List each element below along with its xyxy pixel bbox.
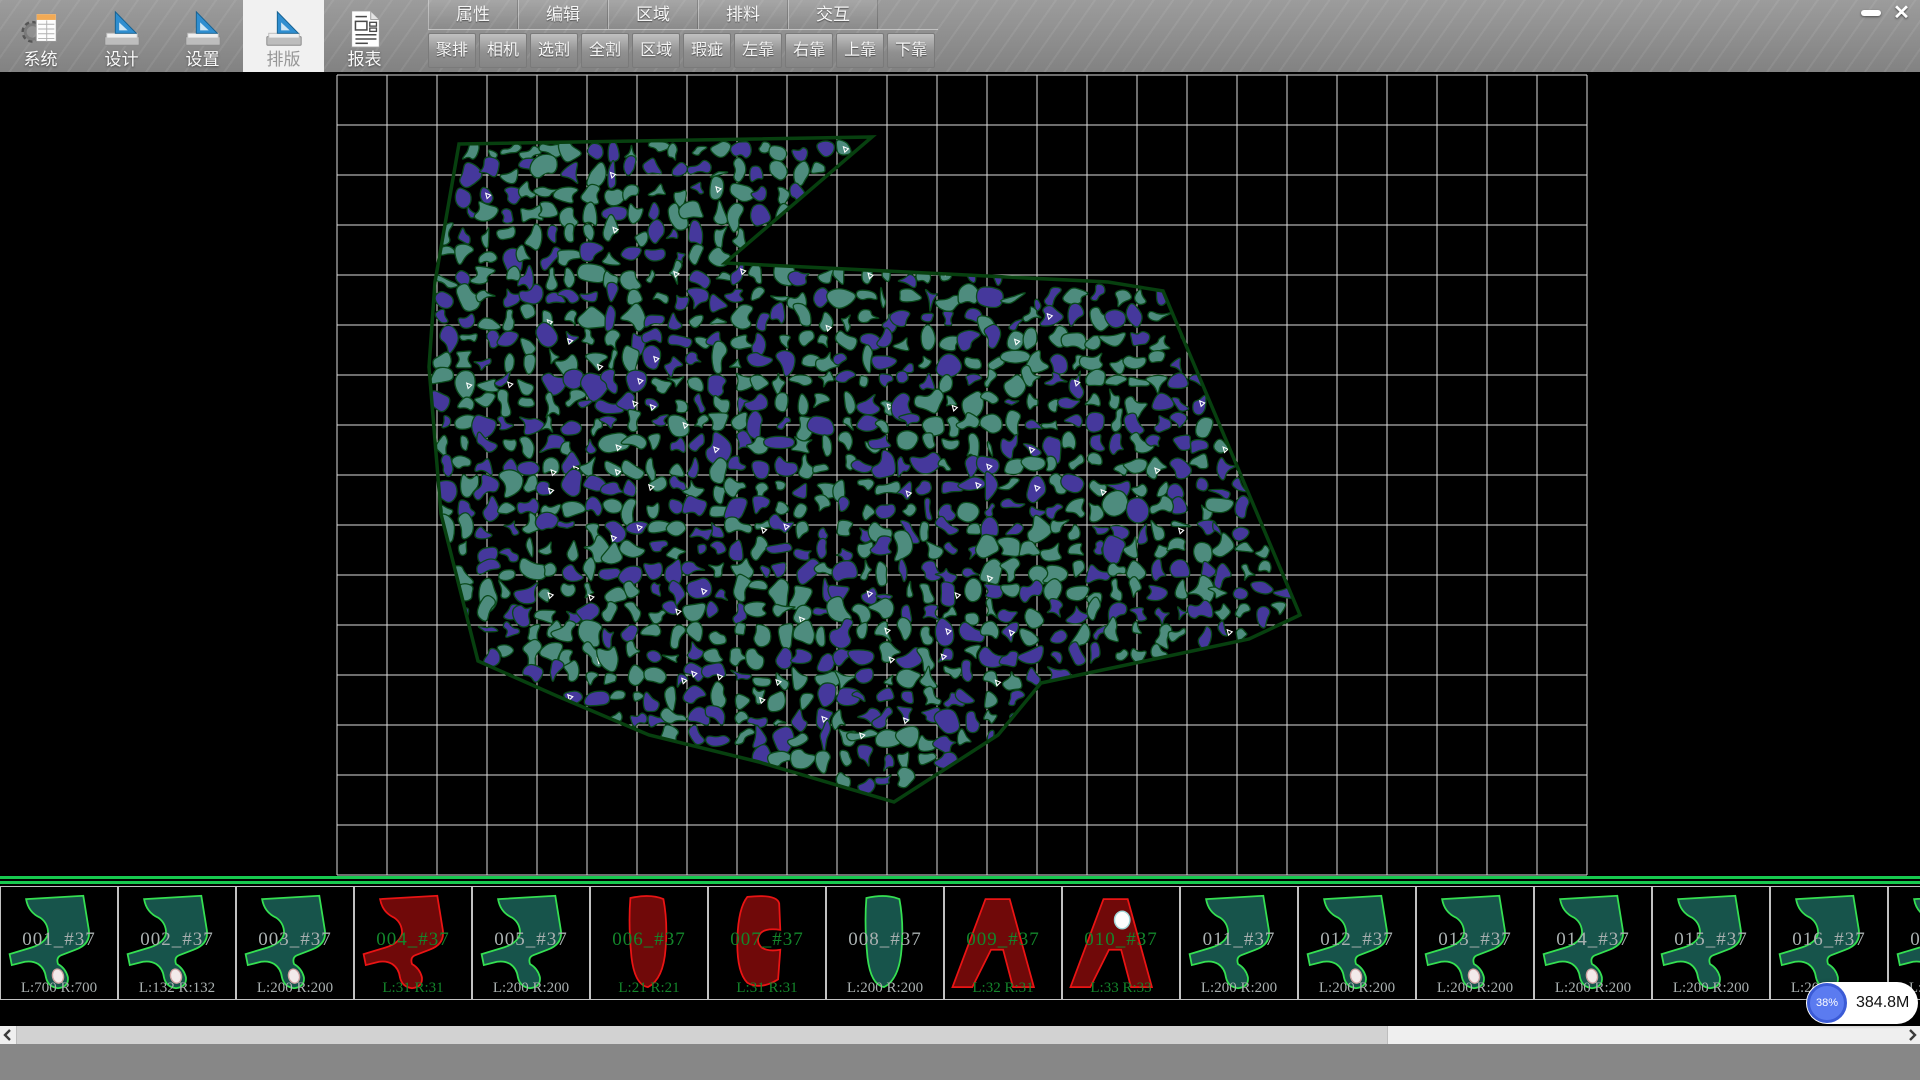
part-thumbnail-15[interactable]: 015_#37L:200 R:200 [1652, 886, 1770, 1000]
minimize-button[interactable] [1855, 2, 1886, 23]
part-thumbnail-1[interactable]: 001_#37L:700 R:700 [0, 886, 118, 1000]
action-toolbar: 聚排相机选割全割区域瑕疵左靠右靠上靠下靠 [428, 33, 938, 68]
part-shape [1183, 889, 1293, 995]
window-bottom-frame [0, 1044, 1920, 1080]
report-icon [344, 8, 386, 50]
memory-status-badge: 38% 384.8M [1806, 982, 1918, 1024]
toolbar-item-label: 报表 [348, 50, 382, 70]
toolbar-item-3[interactable]: 设置 [162, 0, 243, 72]
system-gear-icon [20, 8, 62, 50]
action-button-7[interactable]: 左靠 [734, 33, 782, 68]
part-shape [1655, 889, 1765, 995]
part-thumbnail-12[interactable]: 012_#37L:200 R:200 [1298, 886, 1416, 1000]
toolbar-item-1[interactable]: 系统 [0, 0, 81, 72]
nesting-canvas[interactable] [0, 72, 1920, 876]
part-shape [947, 889, 1057, 995]
window-controls: ✕ [1855, 2, 1917, 23]
top-toolbar: 系统设计设置排版报表 属性编辑区域排料交互 聚排相机选割全割区域瑕疵左靠右靠上靠… [0, 0, 1920, 72]
part-thumbnail-4[interactable]: 004_#37L:31 R:31 [354, 886, 472, 1000]
menu-tab-3[interactable]: 区域 [608, 0, 698, 29]
progress-percent: 38% [1816, 997, 1838, 1009]
part-shape [121, 889, 231, 995]
toolbar-item-label: 设置 [186, 50, 220, 70]
progress-circle: 38% [1807, 983, 1847, 1023]
minimize-icon [1861, 10, 1881, 16]
toolbar-item-2[interactable]: 设计 [81, 0, 162, 72]
part-thumbnail-9[interactable]: 009_#37L:32 R:31 [944, 886, 1062, 1000]
part-thumbnail-10[interactable]: 010_#37L:33 R:33 [1062, 886, 1180, 1000]
menu-tab-5[interactable]: 交互 [788, 0, 878, 29]
action-button-1[interactable]: 聚排 [428, 33, 476, 68]
menu-tab-1[interactable]: 属性 [428, 0, 518, 29]
part-shape [239, 889, 349, 995]
set-square-icon [182, 8, 224, 50]
action-button-5[interactable]: 区域 [632, 33, 680, 68]
part-thumbnail-3[interactable]: 003_#37L:200 R:200 [236, 886, 354, 1000]
part-thumbnail-5[interactable]: 005_#37L:200 R:200 [472, 886, 590, 1000]
part-shape [1537, 889, 1647, 995]
close-icon: ✕ [1893, 3, 1910, 23]
menu-tab-2[interactable]: 编辑 [518, 0, 608, 29]
toolbar-item-label: 排版 [267, 50, 301, 70]
action-button-6[interactable]: 瑕疵 [683, 33, 731, 68]
memory-value: 384.8M [1856, 994, 1909, 1012]
nesting-layout-drawing [0, 72, 1920, 876]
part-shape [3, 889, 113, 995]
part-shape [475, 889, 585, 995]
close-button[interactable]: ✕ [1886, 2, 1917, 23]
scroll-right-button[interactable] [1904, 1026, 1920, 1044]
set-square-icon [263, 8, 305, 50]
part-thumbnail-8[interactable]: 008_#37L:200 R:200 [826, 886, 944, 1000]
main-toolbar: 系统 设计 设置 排版 报表 [0, 0, 405, 72]
toolbar-item-label: 设计 [105, 50, 139, 70]
action-button-10[interactable]: 下靠 [887, 33, 935, 68]
part-shape [829, 889, 939, 995]
scroll-left-icon [3, 1029, 13, 1041]
toolbar-item-label: 系统 [24, 50, 58, 70]
part-thumbnail-11[interactable]: 011_#37L:200 R:200 [1180, 886, 1298, 1000]
panel-separator [0, 876, 1920, 886]
part-shape [1301, 889, 1411, 995]
action-button-8[interactable]: 右靠 [785, 33, 833, 68]
part-thumbnail-14[interactable]: 014_#37L:200 R:200 [1534, 886, 1652, 1000]
part-thumbnail-6[interactable]: 006_#37L:21 R:21 [590, 886, 708, 1000]
action-button-4[interactable]: 全割 [581, 33, 629, 68]
parts-thumbnail-strip: 001_#37L:700 R:700002_#37L:132 R:132003_… [0, 886, 1920, 1002]
action-button-3[interactable]: 选割 [530, 33, 578, 68]
scrollbar-thumb[interactable] [16, 1026, 1388, 1044]
scroll-right-icon [1907, 1029, 1917, 1041]
toolbar-item-5[interactable]: 报表 [324, 0, 405, 72]
scroll-left-button[interactable] [0, 1026, 16, 1044]
part-shape [711, 889, 821, 995]
part-shape [1773, 889, 1883, 995]
part-shape [593, 889, 703, 995]
action-button-9[interactable]: 上靠 [836, 33, 884, 68]
part-thumbnail-13[interactable]: 013_#37L:200 R:200 [1416, 886, 1534, 1000]
horizontal-scrollbar[interactable] [0, 1026, 1920, 1044]
menu-tab-4[interactable]: 排料 [698, 0, 788, 29]
part-shape [1065, 889, 1175, 995]
part-shape [357, 889, 467, 995]
set-square-icon [101, 8, 143, 50]
toolbar-item-4[interactable]: 排版 [243, 0, 324, 72]
part-thumbnail-2[interactable]: 002_#37L:132 R:132 [118, 886, 236, 1000]
menu-tab-bar: 属性编辑区域排料交互 [428, 0, 938, 30]
part-thumbnail-7[interactable]: 007_#37L:31 R:31 [708, 886, 826, 1000]
part-shape [1891, 889, 1920, 995]
menu-area: 属性编辑区域排料交互 聚排相机选割全割区域瑕疵左靠右靠上靠下靠 [428, 0, 938, 68]
part-shape [1419, 889, 1529, 995]
action-button-2[interactable]: 相机 [479, 33, 527, 68]
